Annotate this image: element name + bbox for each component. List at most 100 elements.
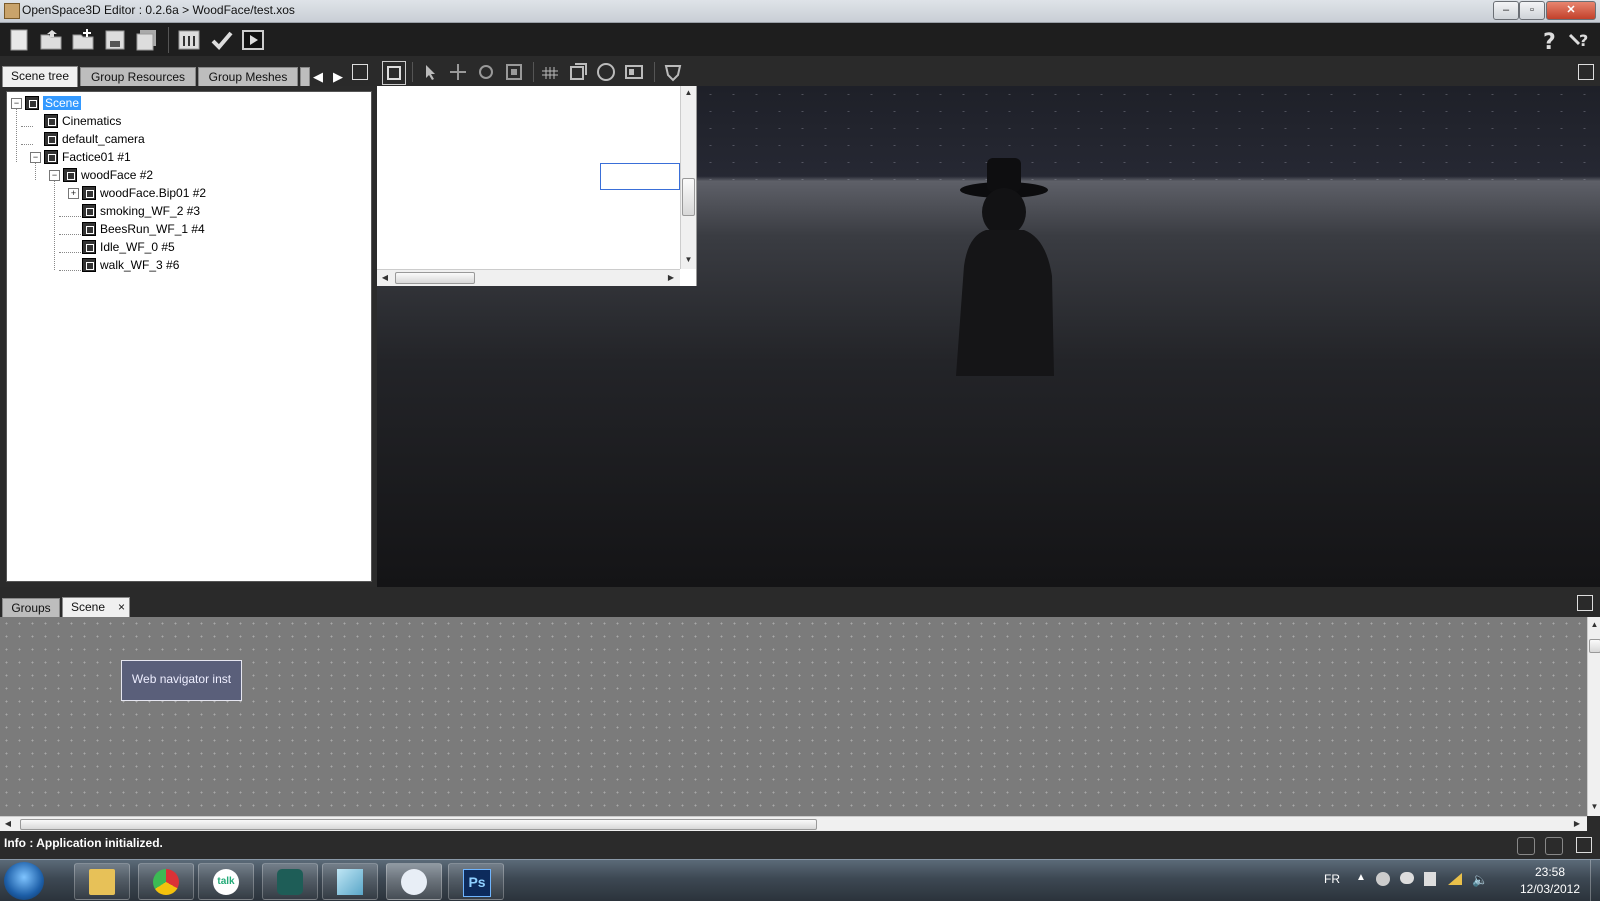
close-tab-icon[interactable]: × [118,598,125,616]
volume-icon[interactable]: 🔈 [1472,872,1488,888]
tree-node-idle-wf0[interactable]: Idle_WF_0 #5 [82,238,175,256]
canvas-horizontal-scrollbar[interactable]: ◀ ▶ [0,816,1587,832]
taskbar-openspace[interactable] [386,863,442,900]
steam-tray-icon[interactable] [1376,872,1390,886]
tree-node-factice01[interactable]: Factice01 #1 [44,148,131,166]
web-horizontal-scrollbar[interactable]: ◀ ▶ [377,269,680,286]
scroll-up-icon[interactable]: ▲ [1588,619,1600,631]
run-player-icon[interactable] [240,27,266,53]
scroll-up-icon[interactable]: ▲ [681,87,696,99]
tree-node-cinematics[interactable]: Cinematics [44,112,121,130]
undock-status-icon[interactable] [1576,837,1592,853]
language-indicator[interactable]: FR [1324,872,1340,886]
web-navigator-node[interactable]: Web navigator inst [121,660,242,701]
openspace-icon [401,869,427,895]
undock-panel-icon[interactable] [352,64,368,80]
log-icon[interactable] [1517,837,1535,855]
tree-node-woodface-bip01[interactable]: woodFace.Bip01 #2 [82,184,206,202]
undock-viewport-icon[interactable] [1578,64,1594,80]
tab-groups[interactable]: Groups [2,598,60,617]
grid-toggle-icon[interactable] [539,61,561,83]
add-folder-icon[interactable] [70,27,96,53]
scroll-left-icon[interactable]: ◀ [2,818,14,830]
web-text-field[interactable] [600,163,680,190]
undock-bottom-panel-icon[interactable] [1577,595,1593,611]
move-tool-icon[interactable] [447,61,469,83]
scroll-thumb[interactable] [395,272,475,284]
save-icon[interactable] [102,27,128,53]
title-bar: OpenSpace3D Editor : 0.2.6a > WoodFace/t… [0,0,1600,23]
toolbar-separator [412,62,413,82]
scale-tool-icon[interactable] [503,61,525,83]
scroll-right-icon[interactable]: ▶ [1571,818,1583,830]
clock-time[interactable]: 23:58 [1510,865,1590,879]
web-vertical-scrollbar[interactable]: ▲ ▼ [680,86,696,269]
taskbar-talk[interactable]: talk [198,863,254,900]
tab-scroll-right-icon[interactable]: ▶ [333,69,343,85]
collapse-woodface-icon[interactable]: − [49,170,60,181]
scroll-left-icon[interactable]: ◀ [379,272,391,284]
device-tray-icon[interactable] [1424,872,1436,886]
tab-scene-tree[interactable]: Scene tree [2,66,78,87]
tree-node-smoking-wf2[interactable]: smoking_WF_2 #3 [82,202,200,220]
taskbar-photoshop[interactable]: Ps [448,863,504,900]
svg-text:?: ? [1579,31,1588,50]
close-window-button[interactable]: ✕ [1546,1,1596,20]
tab-group-resources[interactable]: Group Resources [80,67,196,86]
new-file-icon[interactable] [6,27,32,53]
scroll-thumb[interactable] [682,178,695,216]
build-tools-icon[interactable] [208,27,234,53]
tree-node-beesrun-wf1[interactable]: BeesRun_WF_1 #4 [82,220,205,238]
tree-node-walk-wf3[interactable]: walk_WF_3 #6 [82,256,179,274]
tree-node-woodface[interactable]: woodFace #2 [63,166,153,184]
show-hidden-icons-icon[interactable]: ▲ [1356,872,1366,883]
sphere-view-icon[interactable] [595,61,617,83]
open-folder-icon[interactable] [38,27,64,53]
notepad-icon [337,869,363,895]
network-signal-icon[interactable] [1448,873,1462,885]
collapse-factice-icon[interactable]: − [30,152,41,163]
taskbar-notepad[interactable] [322,863,378,900]
save-as-icon[interactable] [134,27,160,53]
settings-panel-icon[interactable] [176,27,202,53]
scroll-thumb[interactable] [1589,639,1600,653]
scroll-down-icon[interactable]: ▼ [1588,801,1600,813]
scroll-down-icon[interactable]: ▼ [681,254,696,266]
rotate-tool-icon[interactable] [475,61,497,83]
maximize-button[interactable]: ▫ [1519,1,1545,20]
clock-date[interactable]: 12/03/2012 [1510,882,1590,896]
scroll-thumb[interactable] [20,819,817,830]
expand-bip01-icon[interactable]: + [68,188,79,199]
viewport-toolbar [377,56,1600,86]
taskbar-explorer[interactable] [74,863,130,900]
collapse-scene-icon[interactable]: − [11,98,22,109]
context-help-icon[interactable]: ? [1567,27,1593,53]
tab-group-meshes[interactable]: Group Meshes [198,67,298,86]
tree-node-default-camera[interactable]: default_camera [44,130,145,148]
scene-tree[interactable]: − − − + Scene Cinematics default_camera … [6,91,372,582]
scroll-right-icon[interactable]: ▶ [665,272,677,284]
bounding-box-icon[interactable] [567,61,589,83]
tree-node-scene[interactable]: Scene [25,94,82,112]
tab-scene[interactable]: Scene × [62,597,130,617]
taskbar-app-s[interactable] [262,863,318,900]
select-tool-icon[interactable] [419,61,441,83]
minimize-button[interactable]: – [1493,1,1519,20]
chat-tray-icon[interactable] [1400,872,1414,884]
render-mode-icon[interactable] [623,61,645,83]
canvas-vertical-scrollbar[interactable]: ▲ ▼ [1587,617,1600,816]
status-bar: Info : Application initialized. [0,831,1600,859]
network-icon[interactable] [1545,837,1563,855]
help-icon[interactable]: ? [1537,27,1563,55]
main-toolbar: ? ? [0,23,1600,57]
camera-view-icon[interactable] [382,61,406,85]
web-navigator-view[interactable]: ▲ ▼ ◀ ▶ [377,86,697,286]
link-editor-canvas[interactable] [0,617,1587,816]
show-desktop-button[interactable] [1590,860,1600,901]
dummy-node-icon [44,150,58,164]
tab-scroll-left-icon[interactable]: ◀ [313,69,323,85]
physics-icon[interactable] [662,61,684,83]
start-button[interactable] [4,862,44,900]
taskbar-chrome[interactable] [138,863,194,900]
tab-overflow[interactable] [300,67,310,86]
